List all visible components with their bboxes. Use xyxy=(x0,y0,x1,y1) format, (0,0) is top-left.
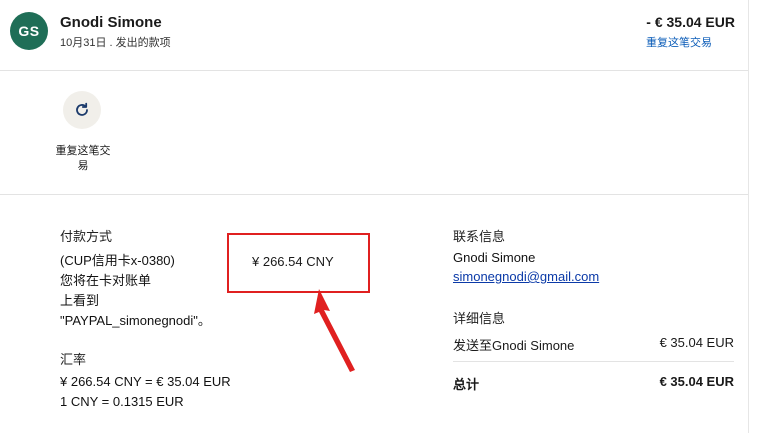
sent-to-value: € 35.04 EUR xyxy=(659,335,734,350)
exchange-rate-line: ¥ 266.54 CNY = € 35.04 EUR xyxy=(60,374,231,389)
transaction-subtitle: 10月31日 . 发出的款项 xyxy=(60,37,171,49)
contact-name: Gnodi Simone xyxy=(453,250,536,265)
repeat-transaction-button[interactable] xyxy=(63,91,101,129)
avatar-initials: GS xyxy=(18,23,40,39)
arrow-annotation-icon xyxy=(314,289,355,372)
sent-to-label: 发送至Gnodi Simone xyxy=(453,338,575,353)
payment-method-heading: 付款方式 xyxy=(60,229,113,244)
payment-method-line: 上看到 xyxy=(60,293,100,308)
exchange-rate-line: 1 CNY = 0.1315 EUR xyxy=(60,394,184,409)
contact-heading: 联系信息 xyxy=(453,229,506,244)
exchange-rate-heading: 汇率 xyxy=(60,352,87,367)
avatar: GS xyxy=(10,12,48,50)
contact-email-link[interactable]: simonegnodi@gmail.com xyxy=(453,269,599,284)
panel-right-edge xyxy=(748,0,749,433)
repeat-transaction-label: 重复这笔交易 xyxy=(55,145,111,172)
payment-method-line: 您将在卡对账单 xyxy=(60,273,152,288)
payment-method-line: "PAYPAL_simonegnodi"。 xyxy=(60,313,211,328)
details-divider xyxy=(453,361,734,362)
transaction-amount: - € 35.04 EUR xyxy=(646,14,735,30)
refresh-icon xyxy=(76,102,88,116)
divider xyxy=(0,194,748,195)
total-value: € 35.04 EUR xyxy=(659,374,734,389)
total-label: 总计 xyxy=(453,377,480,392)
recipient-name: Gnodi Simone xyxy=(60,14,162,31)
details-heading: 详细信息 xyxy=(453,311,506,326)
divider xyxy=(0,70,748,71)
payment-method-line: (CUP信用卡x-0380) xyxy=(60,253,175,268)
repeat-transaction-link[interactable]: 重复这笔交易 xyxy=(646,34,712,50)
